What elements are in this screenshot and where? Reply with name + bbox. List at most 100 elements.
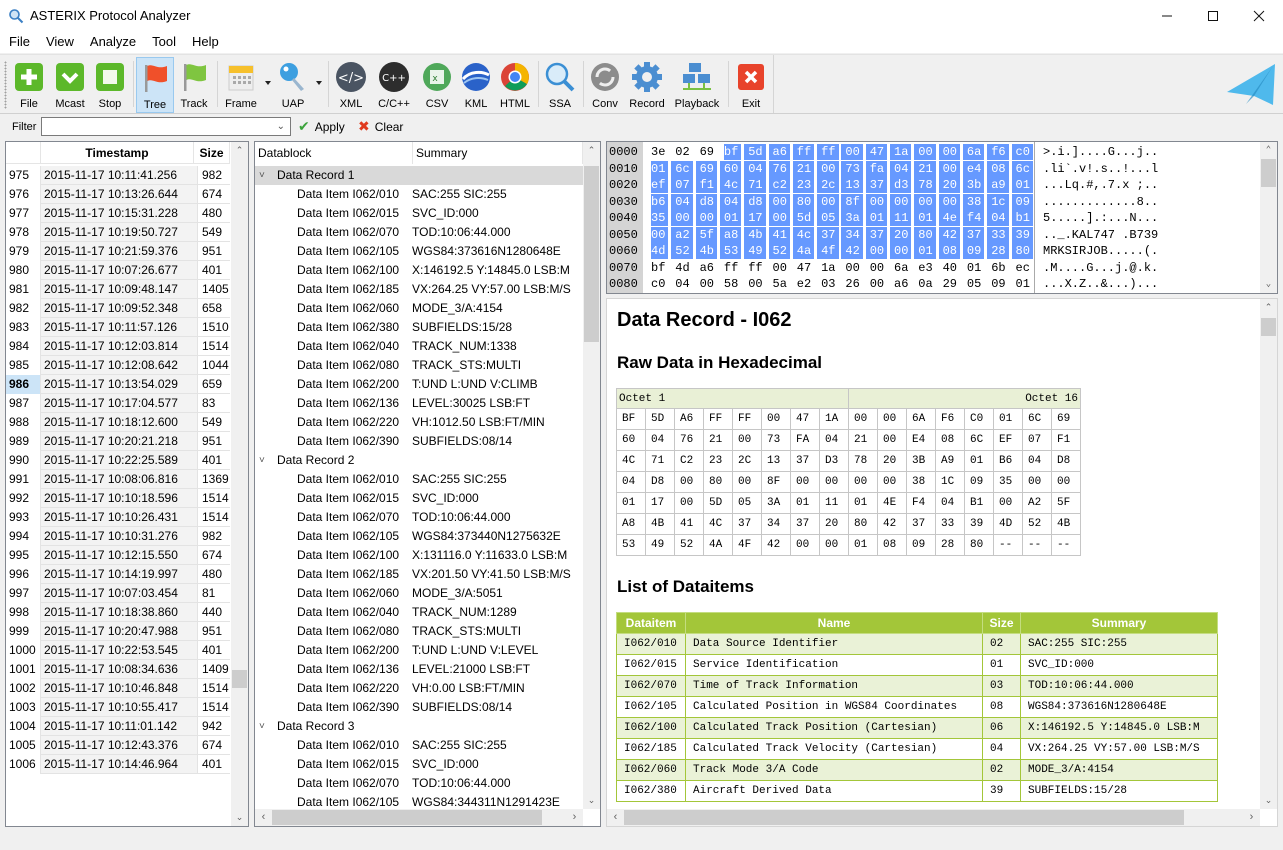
packet-row[interactable]: 976 2015-11-17 10:13:26.644 674 <box>6 185 230 204</box>
tree-item[interactable]: Data Item I062/070 TOD:10:06:44.000 <box>255 774 583 793</box>
close-button[interactable] <box>1236 0 1282 31</box>
chevron-down-icon[interactable]: ˅ <box>259 717 265 736</box>
packet-row[interactable]: 979 2015-11-17 10:21:59.376 951 <box>6 242 230 261</box>
ssa-button[interactable]: SSA <box>542 57 578 113</box>
scroll-right-icon[interactable]: › <box>1243 809 1260 826</box>
uap-dropdown-arrow[interactable] <box>316 81 322 85</box>
tree-item[interactable]: Data Item I062/080 TRACK_STS:MULTI <box>255 622 583 641</box>
apply-button[interactable]: ✔ Apply <box>298 118 345 135</box>
menu-help[interactable]: Help <box>184 31 227 53</box>
report-vscrollbar[interactable]: ⌃ ⌄ <box>1260 299 1277 809</box>
scroll-up-icon[interactable]: ⌃ <box>1260 142 1277 159</box>
playback-button[interactable]: Playback <box>674 57 720 113</box>
tree-item[interactable]: Data Item I062/070 TOD:10:06:44.000 <box>255 508 583 527</box>
packet-row[interactable]: 985 2015-11-17 10:12:08.642 1044 <box>6 356 230 375</box>
packet-row[interactable]: 1004 2015-11-17 10:11:01.142 942 <box>6 717 230 736</box>
scroll-left-icon[interactable]: ‹ <box>255 809 272 826</box>
menu-tool[interactable]: Tool <box>144 31 184 53</box>
scroll-down-icon[interactable]: ⌄ <box>1260 276 1277 293</box>
tree-item[interactable]: Data Item I062/010 SAC:255 SIC:255 <box>255 470 583 489</box>
col-number[interactable] <box>6 142 41 164</box>
xml-export-button[interactable]: </> XML <box>333 57 369 113</box>
tree-vscrollbar[interactable]: ⌃ ⌄ <box>583 142 600 809</box>
html-export-button[interactable]: HTML <box>496 57 534 113</box>
maximize-button[interactable] <box>1190 0 1236 31</box>
packet-row[interactable]: 991 2015-11-17 10:08:06.816 1369 <box>6 470 230 489</box>
packet-row[interactable]: 1002 2015-11-17 10:10:46.848 1514 <box>6 679 230 698</box>
menu-analyze[interactable]: Analyze <box>82 31 144 53</box>
col-size[interactable]: Size <box>194 142 230 164</box>
packet-row[interactable]: 990 2015-11-17 10:22:25.589 401 <box>6 451 230 470</box>
csv-export-button[interactable]: x CSV <box>419 57 455 113</box>
minimize-button[interactable] <box>1144 0 1190 31</box>
tree-item[interactable]: Data Item I062/390 SUBFIELDS:08/14 <box>255 698 583 717</box>
report-hscrollbar[interactable]: ‹ › <box>607 809 1260 826</box>
tree-item[interactable]: Data Item I062/100 X:146192.5 Y:14845.0 L… <box>255 261 583 280</box>
record-button[interactable]: Record <box>627 57 667 113</box>
packet-row[interactable]: 988 2015-11-17 10:18:12.600 549 <box>6 413 230 432</box>
scroll-left-icon[interactable]: ‹ <box>607 809 624 826</box>
stop-button[interactable]: Stop <box>92 57 128 113</box>
tree-item[interactable]: Data Item I062/136 LEVEL:30025 LSB:FT <box>255 394 583 413</box>
cpp-export-button[interactable]: C++ C/C++ <box>374 57 414 113</box>
col-timestamp[interactable]: Timestamp <box>41 142 194 164</box>
scroll-down-icon[interactable]: ⌄ <box>231 809 248 826</box>
tree-item[interactable]: Data Item I062/040 TRACK_NUM:1289 <box>255 603 583 622</box>
conv-button[interactable]: Conv <box>587 57 623 113</box>
packet-row[interactable]: 996 2015-11-17 10:14:19.997 480 <box>6 565 230 584</box>
packet-row[interactable]: 1005 2015-11-17 10:12:43.376 674 <box>6 736 230 755</box>
tree-hscrollbar[interactable]: ‹ › <box>255 809 583 826</box>
scroll-down-icon[interactable]: ⌄ <box>583 792 600 809</box>
packet-row[interactable]: 978 2015-11-17 10:19:50.727 549 <box>6 223 230 242</box>
tree-item[interactable]: Data Item I062/105 WGS84:373616N1280648E <box>255 242 583 261</box>
packet-row[interactable]: 995 2015-11-17 10:12:15.550 674 <box>6 546 230 565</box>
tree-item[interactable]: Data Item I062/015 SVC_ID:000 <box>255 489 583 508</box>
packet-row[interactable]: 1006 2015-11-17 10:14:46.964 401 <box>6 755 230 774</box>
chevron-down-icon[interactable]: ⌄ <box>277 121 285 132</box>
packet-row[interactable]: 986 2015-11-17 10:13:54.029 659 <box>6 375 230 394</box>
tree-item[interactable]: Data Item I062/060 MODE_3/A:4154 <box>255 299 583 318</box>
packet-row[interactable]: 993 2015-11-17 10:10:26.431 1514 <box>6 508 230 527</box>
packet-row[interactable]: 999 2015-11-17 10:20:47.988 951 <box>6 622 230 641</box>
packet-row[interactable]: 981 2015-11-17 10:09:48.147 1405 <box>6 280 230 299</box>
hex-scrollbar[interactable]: ⌃ ⌄ <box>1260 142 1277 293</box>
tree-item[interactable]: Data Item I062/100 X:131116.0 Y:11633.0 L… <box>255 546 583 565</box>
packet-row[interactable]: 1000 2015-11-17 10:22:53.545 401 <box>6 641 230 660</box>
packet-row[interactable]: 980 2015-11-17 10:07:26.677 401 <box>6 261 230 280</box>
packet-row[interactable]: 977 2015-11-17 10:15:31.228 480 <box>6 204 230 223</box>
scroll-down-icon[interactable]: ⌄ <box>1260 792 1277 809</box>
tree-item[interactable]: Data Item I062/185 VX:264.25 VY:57.00 LSB… <box>255 280 583 299</box>
tree-item[interactable]: Data Item I062/010 SAC:255 SIC:255 <box>255 185 583 204</box>
tree-record[interactable]: ˅ Data Record 1 <box>255 166 583 185</box>
chevron-down-icon[interactable]: ˅ <box>259 451 265 470</box>
tree-item[interactable]: Data Item I062/220 VH:0.00 LSB:FT/MIN <box>255 679 583 698</box>
toolbar-grip[interactable] <box>4 61 7 109</box>
kml-export-button[interactable]: KML <box>458 57 494 113</box>
tree-item[interactable]: Data Item I062/390 SUBFIELDS:08/14 <box>255 432 583 451</box>
tree-item[interactable]: Data Item I062/040 TRACK_NUM:1338 <box>255 337 583 356</box>
tree-item[interactable]: Data Item I062/070 TOD:10:06:44.000 <box>255 223 583 242</box>
chevron-down-icon[interactable]: ˅ <box>259 166 265 185</box>
scroll-thumb[interactable] <box>624 810 1184 825</box>
packet-row[interactable]: 992 2015-11-17 10:10:18.596 1514 <box>6 489 230 508</box>
tree-item[interactable]: Data Item I062/380 SUBFIELDS:15/28 <box>255 318 583 337</box>
scroll-thumb[interactable] <box>1261 318 1276 336</box>
packet-list-scrollbar[interactable]: ⌃ ⌄ <box>231 142 248 826</box>
scroll-thumb[interactable] <box>1261 159 1276 187</box>
packet-row[interactable]: 975 2015-11-17 10:11:41.256 982 <box>6 166 230 185</box>
scroll-thumb[interactable] <box>584 166 599 342</box>
scroll-thumb[interactable] <box>272 810 542 825</box>
packet-row[interactable]: 982 2015-11-17 10:09:52.348 658 <box>6 299 230 318</box>
tree-item[interactable]: Data Item I062/080 TRACK_STS:MULTI <box>255 356 583 375</box>
tree-item[interactable]: Data Item I062/010 SAC:255 SIC:255 <box>255 736 583 755</box>
packet-row[interactable]: 1003 2015-11-17 10:10:55.417 1514 <box>6 698 230 717</box>
tree-item[interactable]: Data Item I062/185 VX:201.50 VY:41.50 LSB… <box>255 565 583 584</box>
file-button[interactable]: File <box>11 57 47 113</box>
tree-item[interactable]: Data Item I062/060 MODE_3/A:5051 <box>255 584 583 603</box>
packet-row[interactable]: 998 2015-11-17 10:18:38.860 440 <box>6 603 230 622</box>
frame-button[interactable]: Frame <box>222 57 260 113</box>
tree-button[interactable]: Tree <box>136 57 174 113</box>
tree-item[interactable]: Data Item I062/015 SVC_ID:000 <box>255 204 583 223</box>
packet-row[interactable]: 983 2015-11-17 10:11:57.126 1510 <box>6 318 230 337</box>
col-summary[interactable]: Summary <box>413 142 583 164</box>
